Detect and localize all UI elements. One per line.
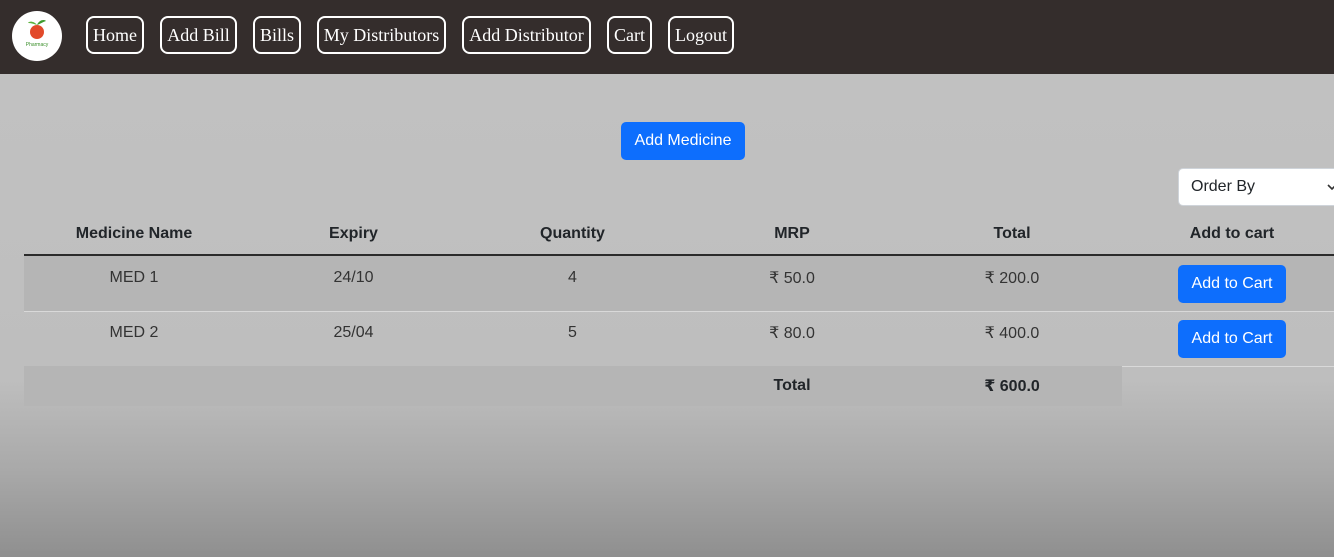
cell-expiry: 25/04 [333, 324, 374, 341]
cell-quantity: 5 [568, 324, 577, 341]
nav-add-distributor-button[interactable]: Add Distributor [462, 16, 591, 54]
cell-total: ₹ 200.0 [984, 270, 1040, 287]
chevron-down-icon [1327, 184, 1334, 191]
footer-total-value: ₹ 600.0 [984, 378, 1040, 395]
cell-medicine-name: MED 1 [109, 269, 159, 286]
cell-mrp: ₹ 80.0 [769, 325, 815, 342]
header-total: Total [993, 225, 1031, 242]
nav-home-button[interactable]: Home [86, 16, 144, 54]
add-to-cart-button[interactable]: Add to Cart [1178, 265, 1286, 303]
order-by-selected-value: Order By [1191, 178, 1256, 195]
header-medicine-name: Medicine Name [75, 225, 193, 242]
header-expiry: Expiry [329, 225, 378, 242]
cell-quantity: 4 [568, 269, 577, 286]
nav-logout-button[interactable]: Logout [668, 16, 734, 54]
nav-add-bill-button[interactable]: Add Bill [160, 16, 237, 54]
svg-text:Pharmacy: Pharmacy [26, 42, 49, 48]
footer-total-label: Total [773, 377, 811, 394]
header-quantity: Quantity [540, 225, 605, 242]
cell-total: ₹ 400.0 [984, 325, 1040, 342]
navbar: Pharmacy Home Add Bill Bills My Distribu… [0, 0, 1334, 74]
pharmacy-logo[interactable]: Pharmacy [12, 11, 62, 61]
nav-my-distributors-button[interactable]: My Distributors [317, 16, 446, 54]
add-to-cart-button[interactable]: Add to Cart [1178, 320, 1286, 358]
cell-medicine-name: MED 2 [109, 324, 159, 341]
header-add-to-cart: Add to cart [1189, 225, 1275, 242]
order-by-select[interactable]: Order By [1178, 168, 1334, 206]
table-footer-row: Total ₹ 600.0 [24, 366, 1122, 406]
table-row: MED 1 24/10 4 ₹ 50.0 ₹ 200.0 Add to Cart [24, 256, 1334, 312]
cell-mrp: ₹ 50.0 [769, 270, 815, 287]
nav-bills-button[interactable]: Bills [253, 16, 301, 54]
nav-cart-button[interactable]: Cart [607, 16, 652, 54]
logo-icon: Pharmacy [26, 20, 49, 48]
header-mrp: MRP [774, 225, 810, 242]
add-medicine-button[interactable]: Add Medicine [621, 122, 745, 160]
cell-expiry: 24/10 [333, 269, 374, 286]
table-row: MED 2 25/04 5 ₹ 80.0 ₹ 400.0 Add to Cart [24, 311, 1334, 367]
